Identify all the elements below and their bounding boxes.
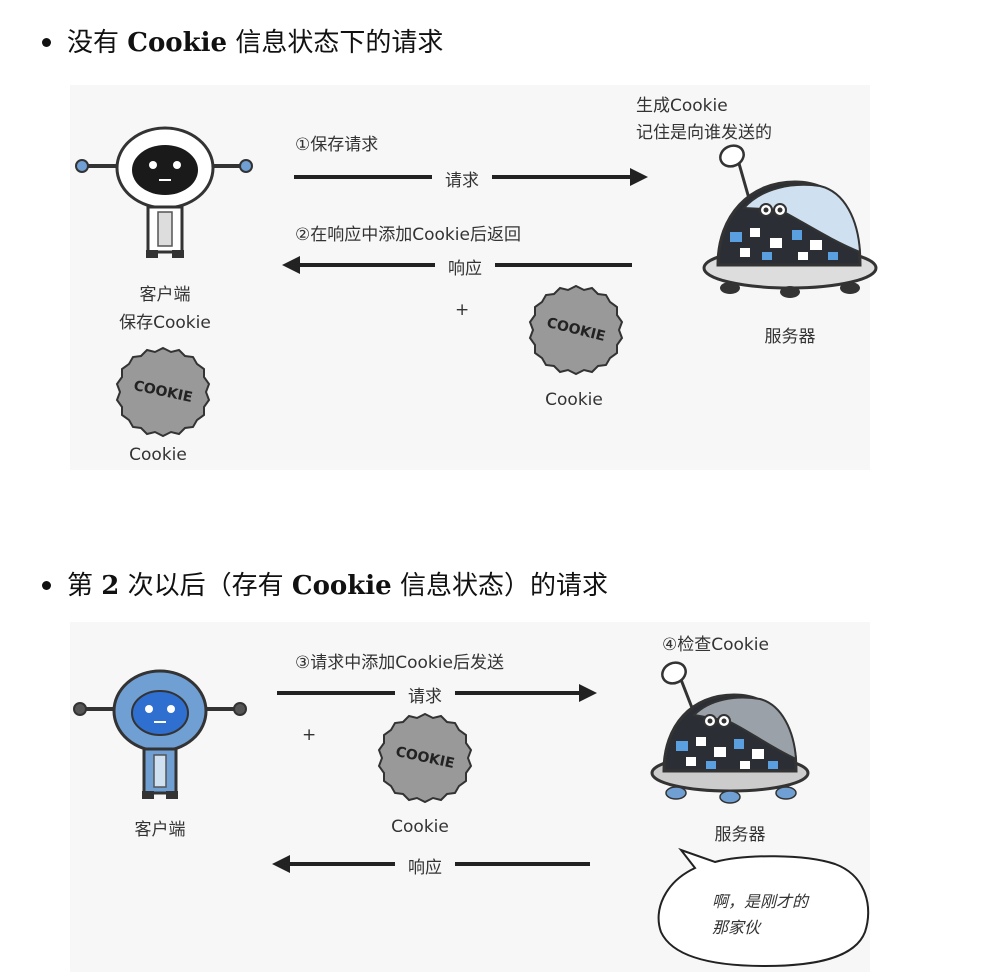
response-label: 响应 — [448, 259, 482, 279]
bubble-line-1: 啊，是刚才的 — [712, 892, 809, 911]
heading-text: 次以后（存有 — [119, 571, 292, 601]
client-label: 客户端 — [134, 820, 186, 840]
server-note-line-1: 生成Cookie — [636, 96, 728, 116]
step-1-label: ①保存请求 — [295, 135, 379, 155]
client-robot-icon — [75, 126, 253, 258]
request-label: 请求 — [408, 687, 442, 707]
heading-text: 信息状态）的请求 — [391, 571, 608, 601]
bullet-icon — [42, 37, 51, 47]
server-robot-icon — [650, 661, 810, 804]
client-cookie-label: Cookie — [129, 445, 187, 465]
cookie-icon: COOKIE — [528, 284, 624, 376]
section-1-heading: 没有 Cookie 信息状态下的请求 — [42, 22, 443, 59]
heading-bold-text: 2 — [101, 571, 120, 601]
server-label: 服务器 — [764, 327, 816, 347]
server-robot-icon — [702, 144, 878, 298]
heading-text: 没有 — [67, 28, 128, 58]
client-label: 客户端 — [139, 285, 191, 305]
client-robot-icon — [73, 669, 247, 799]
plus-sign: + — [302, 725, 317, 745]
bubble-line-2: 那家伙 — [712, 918, 761, 937]
client-save-cookie-label: 保存Cookie — [119, 313, 211, 333]
request-label: 请求 — [445, 171, 479, 191]
cookie-icon: COOKIE — [377, 712, 473, 804]
heading-text: 第 — [67, 571, 102, 601]
step-3-label: ③请求中添加Cookie后发送 — [295, 653, 504, 673]
section-2-heading: 第 2 次以后（存有 Cookie 信息状态）的请求 — [42, 565, 608, 602]
heading-bold-text: Cookie — [127, 28, 228, 58]
step-2-label: ②在响应中添加Cookie后返回 — [295, 225, 521, 245]
response-cookie-label: Cookie — [545, 390, 603, 410]
step-4-label: ④检查Cookie — [662, 635, 769, 655]
plus-sign: + — [455, 300, 470, 320]
server-label: 服务器 — [714, 825, 766, 845]
cookie-label: Cookie — [391, 817, 449, 837]
bullet-icon — [42, 580, 51, 590]
heading-text: 信息状态下的请求 — [227, 28, 444, 58]
response-label: 响应 — [408, 858, 442, 878]
heading-bold-text: Cookie — [291, 571, 392, 601]
cookie-icon: COOKIE — [115, 346, 211, 438]
